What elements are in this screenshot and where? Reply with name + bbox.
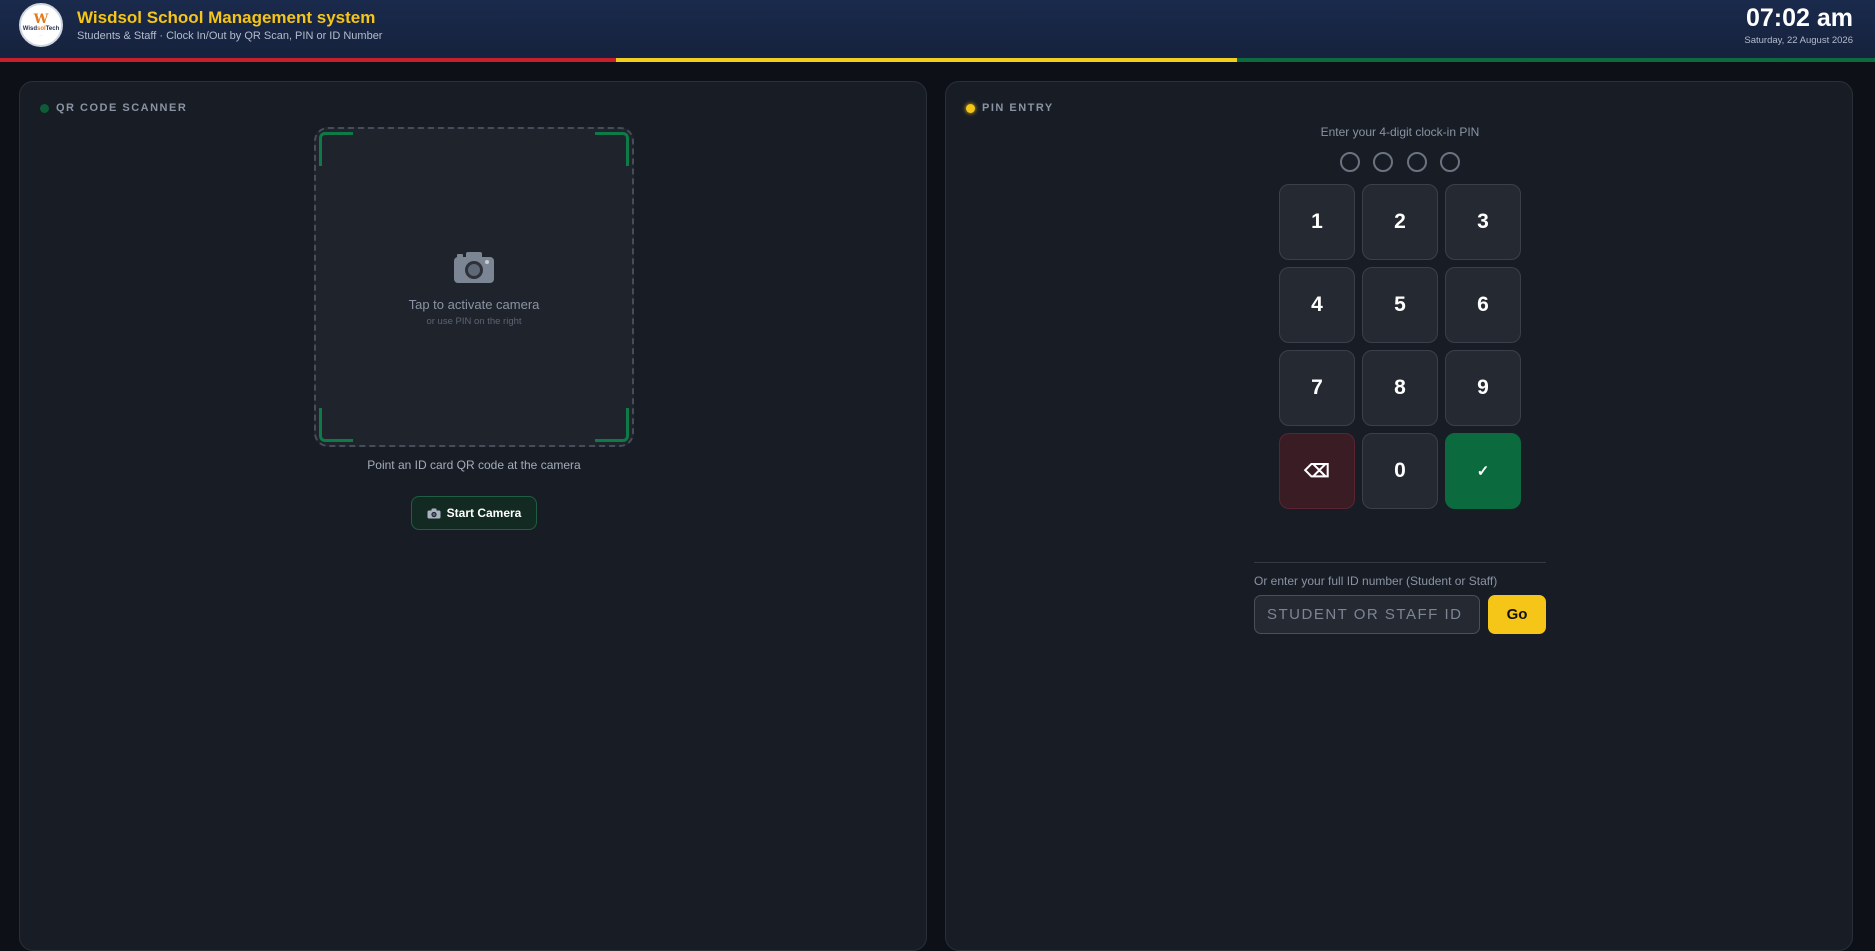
- pin-dot: [1406, 152, 1427, 172]
- id-number-label: Or enter your full ID number (Student or…: [1254, 574, 1498, 588]
- qr-scanner-heading-label: QR CODE SCANNER: [56, 102, 188, 114]
- key-5[interactable]: 5: [1362, 267, 1438, 343]
- viewfinder-corner-top-right: [595, 132, 629, 166]
- pin-dot: [1373, 152, 1394, 172]
- camera-viewfinder[interactable]: Tap to activate camera or use PIN on the…: [314, 127, 634, 447]
- pin-indicator: [1340, 152, 1460, 172]
- key-0[interactable]: 0: [1362, 433, 1438, 509]
- clock-date: Saturday, 22 August 2026: [1744, 35, 1853, 46]
- viewfinder-corner-bottom-left: [319, 408, 353, 442]
- go-button[interactable]: Go: [1488, 595, 1546, 634]
- pin-entry-heading-label: PIN ENTRY: [982, 102, 1054, 114]
- start-camera-label: Start Camera: [446, 506, 522, 520]
- id-section-divider: [1254, 562, 1546, 563]
- viewfinder-corner-top-left: [319, 132, 353, 166]
- viewfinder-corner-bottom-right: [595, 408, 629, 442]
- pin-dot: [1439, 152, 1460, 172]
- camera-icon: [454, 252, 494, 283]
- key-7[interactable]: 7: [1279, 350, 1355, 426]
- scanner-hint: Point an ID card QR code at the camera: [367, 458, 581, 472]
- key-9[interactable]: 9: [1445, 350, 1521, 426]
- header-stripe-red: [0, 58, 616, 62]
- header-stripe-green: [1237, 58, 1875, 62]
- start-camera-button[interactable]: Start Camera: [411, 496, 537, 530]
- key-1[interactable]: 1: [1279, 184, 1355, 260]
- backspace-key[interactable]: ⌫: [1279, 433, 1355, 509]
- pin-dot: [1340, 152, 1360, 172]
- scanner-status-dot: [40, 103, 49, 113]
- logo-tagline: ....: [39, 32, 43, 37]
- key-8[interactable]: 8: [1362, 350, 1438, 426]
- key-2[interactable]: 2: [1362, 184, 1438, 260]
- id-number-input[interactable]: [1254, 595, 1480, 634]
- app-subtitle: Students & Staff · Clock In/Out by QR Sc…: [77, 30, 383, 42]
- qr-scanner-heading: QR CODE SCANNER: [40, 102, 187, 114]
- activate-camera-subtext: or use PIN on the right: [426, 316, 522, 327]
- header-stripe-yellow: [616, 58, 1237, 62]
- school-logo: W WisdsolTech ....: [19, 3, 63, 47]
- camera-icon: [427, 508, 441, 518]
- key-4[interactable]: 4: [1279, 267, 1355, 343]
- key-3[interactable]: 3: [1445, 184, 1521, 260]
- pin-prompt: Enter your 4-digit clock-in PIN: [1320, 125, 1480, 139]
- pin-entry-heading: PIN ENTRY: [966, 102, 1054, 114]
- key-6[interactable]: 6: [1445, 267, 1521, 343]
- activate-camera-text: Tap to activate camera: [408, 297, 540, 312]
- pin-status-dot: [966, 103, 975, 113]
- clock-time: 07:02 am: [1745, 4, 1853, 32]
- logo-wordmark: WisdsolTech: [22, 25, 60, 32]
- confirm-key[interactable]: ✓: [1445, 433, 1521, 509]
- logo-mark: W: [33, 11, 49, 27]
- app-header: W WisdsolTech .... Wisdsol School Manage…: [0, 0, 1875, 58]
- qr-scanner-panel: QR CODE SCANNER Tap to activate camera o…: [19, 81, 927, 951]
- pin-entry-panel: PIN ENTRY Enter your 4-digit clock-in PI…: [945, 81, 1853, 951]
- app-title: Wisdsol School Management system: [77, 8, 376, 27]
- pin-keypad: 1 2 3 4 5 6 7 8 9 ⌫ 0 ✓: [1279, 184, 1521, 509]
